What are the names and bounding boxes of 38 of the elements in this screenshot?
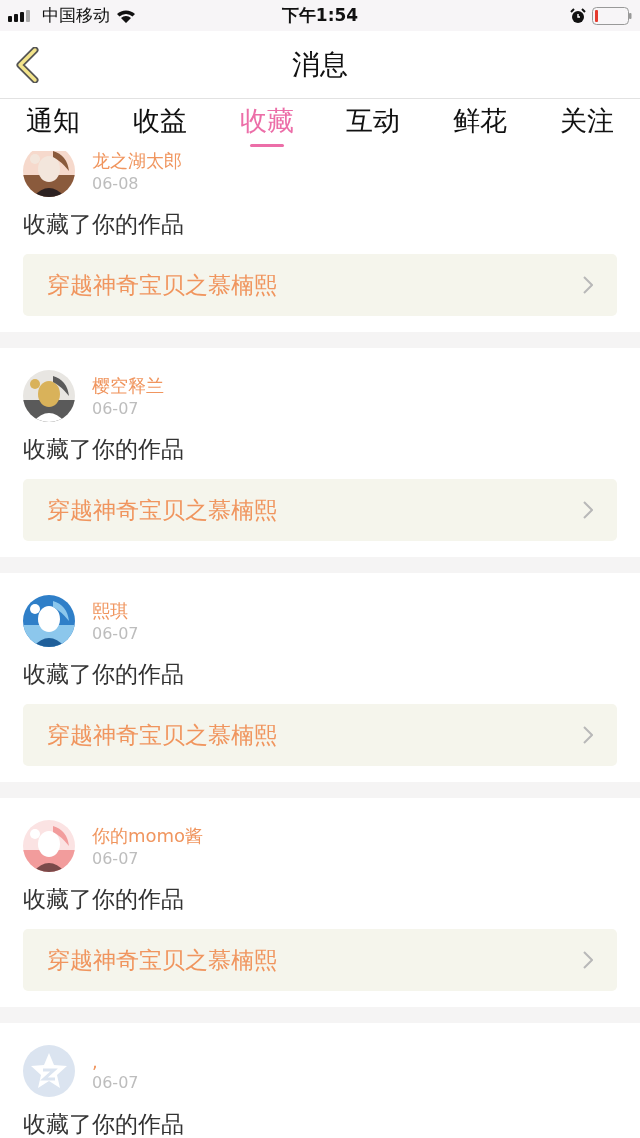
- message-text: 收藏了你的作品: [23, 435, 185, 464]
- back-chevron-icon: [14, 47, 40, 83]
- tab[interactable]: 收益: [106, 99, 214, 151]
- chevron-right-icon: [583, 726, 593, 744]
- username[interactable]: 熙琪: [92, 599, 139, 623]
- date-label: 06-08: [92, 174, 140, 193]
- tab[interactable]: 鲜花: [426, 99, 534, 151]
- default-avatar-icon: [23, 1045, 75, 1097]
- username[interactable]: 樱空释兰: [92, 374, 164, 398]
- work-link[interactable]: 穿越神奇宝贝之慕楠熙: [23, 929, 617, 991]
- username[interactable]: ,: [92, 1050, 139, 1072]
- message-text: 收藏了你的作品: [23, 885, 185, 914]
- tab[interactable]: 互动: [320, 99, 427, 151]
- chevron-right-icon: [583, 276, 593, 294]
- date-label: 06-07: [92, 624, 139, 643]
- date-label: 06-07: [92, 849, 140, 868]
- message-text: 收藏了你的作品: [23, 660, 185, 689]
- username[interactable]: 你的momo酱: [92, 824, 204, 848]
- back-button[interactable]: [14, 47, 40, 83]
- work-link[interactable]: 穿越神奇宝贝之慕楠熙: [23, 704, 617, 766]
- alarm-icon: [570, 7, 586, 24]
- work-link[interactable]: 穿越神奇宝贝之慕楠熙: [23, 479, 617, 541]
- date-label: 06-07: [92, 1072, 139, 1092]
- wifi-icon: [116, 8, 136, 23]
- work-link[interactable]: 穿越神奇宝贝之慕楠熙: [23, 254, 617, 316]
- tab[interactable]: 通知: [0, 99, 107, 151]
- tab[interactable]: 收藏: [213, 99, 320, 151]
- battery-icon: [592, 6, 632, 25]
- date-label: 06-07: [92, 399, 140, 418]
- clock-label: 下午1:54: [281, 4, 359, 27]
- tab[interactable]: 关注: [533, 99, 640, 151]
- chevron-right-icon: [583, 501, 593, 519]
- username[interactable]: 龙之湖太郎: [92, 151, 182, 173]
- message-text: 收藏了你的作品: [23, 210, 185, 239]
- chevron-right-icon: [583, 951, 593, 969]
- carrier-label: 中国移动: [42, 4, 110, 27]
- message-text: 收藏了你的作品: [23, 1110, 185, 1138]
- page-title: 消息: [292, 46, 348, 83]
